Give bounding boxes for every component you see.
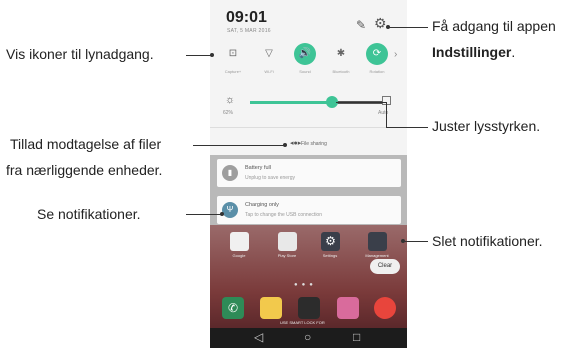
callout-line bbox=[186, 214, 222, 215]
callout-line bbox=[386, 127, 428, 128]
rotation-icon[interactable]: ⟳ bbox=[366, 43, 388, 65]
settings-callout-period: . bbox=[511, 44, 516, 60]
app-label: Play Store bbox=[277, 253, 297, 258]
bluetooth-icon[interactable]: ✱ bbox=[330, 43, 352, 65]
settings-app-name: Indstillinger bbox=[432, 44, 512, 60]
app-label: Google bbox=[232, 253, 246, 258]
battery-icon: ▮ bbox=[222, 165, 238, 181]
page-indicator: ●●● bbox=[294, 282, 317, 288]
navigation-bar: ◁ ○ □ bbox=[210, 328, 407, 348]
lock-hint: USE SMART LOCK FOR bbox=[280, 320, 325, 325]
settings-callout-line2: Indstillinger. bbox=[432, 44, 515, 60]
brightness-percent: 62% bbox=[223, 110, 234, 116]
notification-card[interactable]: Ψ Charging only Tap to change the USB co… bbox=[217, 196, 401, 224]
file-sharing-label[interactable]: File sharing bbox=[301, 141, 327, 147]
notifications-callout: Se notifikationer. bbox=[37, 206, 141, 222]
callout-dot bbox=[283, 143, 287, 147]
callout-line bbox=[186, 55, 212, 56]
quick-setting-label: Sound bbox=[299, 69, 311, 74]
callout-line bbox=[193, 145, 285, 146]
brightness-icon: ☼ bbox=[225, 94, 236, 106]
notification-title: Charging only bbox=[245, 202, 279, 208]
callout-dot bbox=[210, 53, 214, 57]
status-time: 09:01 bbox=[226, 9, 267, 26]
callout-bracket bbox=[336, 102, 387, 128]
callout-dot bbox=[220, 212, 224, 216]
wifi-icon[interactable]: ▽ bbox=[258, 43, 280, 65]
quick-settings-row: ⊡ Capture+ ▽ Wi-Fi 🔊 Sound ✱ Bluetooth ⟳ Rotation bbox=[212, 40, 405, 74]
phone-screen: 09:01 SAT, 5 MAR 2016 ✎ ⚙ ⊡ Capture+ ▽ Wi-F… bbox=[210, 0, 407, 348]
notification-subtitle: Tap to change the USB connection bbox=[245, 212, 322, 218]
app-label: Management bbox=[365, 253, 389, 258]
sound-icon[interactable]: 🔊 bbox=[294, 43, 316, 65]
file-sharing-icon[interactable]: ◂●▸ bbox=[290, 139, 301, 147]
gear-icon[interactable]: ⚙ bbox=[374, 15, 387, 32]
usb-icon: Ψ bbox=[222, 202, 238, 218]
google-folder-icon[interactable] bbox=[230, 232, 249, 251]
management-icon[interactable] bbox=[368, 232, 387, 251]
edit-icon[interactable]: ✎ bbox=[356, 18, 366, 32]
status-date: SAT, 5 MAR 2016 bbox=[227, 28, 271, 34]
callout-dot bbox=[401, 239, 405, 243]
brightness-callout: Juster lysstyrken. bbox=[432, 118, 541, 134]
back-icon[interactable]: ◁ bbox=[254, 330, 263, 344]
phone-icon[interactable]: ✆ bbox=[222, 297, 244, 319]
settings-callout-line1: Få adgang til appen bbox=[432, 18, 556, 34]
clear-callout: Slet notifikationer. bbox=[432, 233, 543, 249]
notification-title: Battery full bbox=[245, 165, 271, 171]
quick-setting-label: Wi-Fi bbox=[264, 69, 274, 74]
app-label: Settings bbox=[322, 253, 338, 258]
file-sharing-callout-line2: fra nærliggende enheder. bbox=[6, 162, 163, 178]
capture-icon[interactable]: ⊡ bbox=[222, 43, 244, 65]
notification-card[interactable]: ▮ Battery full Unplug to save energy bbox=[217, 159, 401, 187]
gallery-icon[interactable] bbox=[337, 297, 359, 319]
callout-line bbox=[388, 27, 428, 28]
quick-setting-label: Bluetooth bbox=[332, 69, 350, 74]
quick-setting-label: Rotation bbox=[369, 69, 385, 74]
camera-icon[interactable] bbox=[298, 297, 320, 319]
callout-dot bbox=[386, 25, 390, 29]
quick-setting-label: Capture+ bbox=[224, 69, 242, 74]
quick-access-callout: Vis ikoner til lynadgang. bbox=[6, 46, 154, 62]
home-icon[interactable]: ○ bbox=[304, 330, 311, 344]
brightness-fill bbox=[250, 101, 332, 104]
file-sharing-callout-line1: Tillad modtagelse af filer bbox=[10, 136, 162, 152]
clear-button[interactable]: Clear bbox=[370, 259, 400, 274]
chrome-icon[interactable] bbox=[374, 297, 396, 319]
callout-line bbox=[404, 241, 428, 242]
chevron-right-icon[interactable]: › bbox=[394, 49, 397, 60]
recents-icon[interactable]: □ bbox=[353, 330, 360, 344]
notification-subtitle: Unplug to save energy bbox=[245, 175, 296, 181]
messages-icon[interactable] bbox=[260, 297, 282, 319]
settings-app-icon[interactable]: ⚙ bbox=[321, 232, 340, 251]
play-store-icon[interactable] bbox=[278, 232, 297, 251]
